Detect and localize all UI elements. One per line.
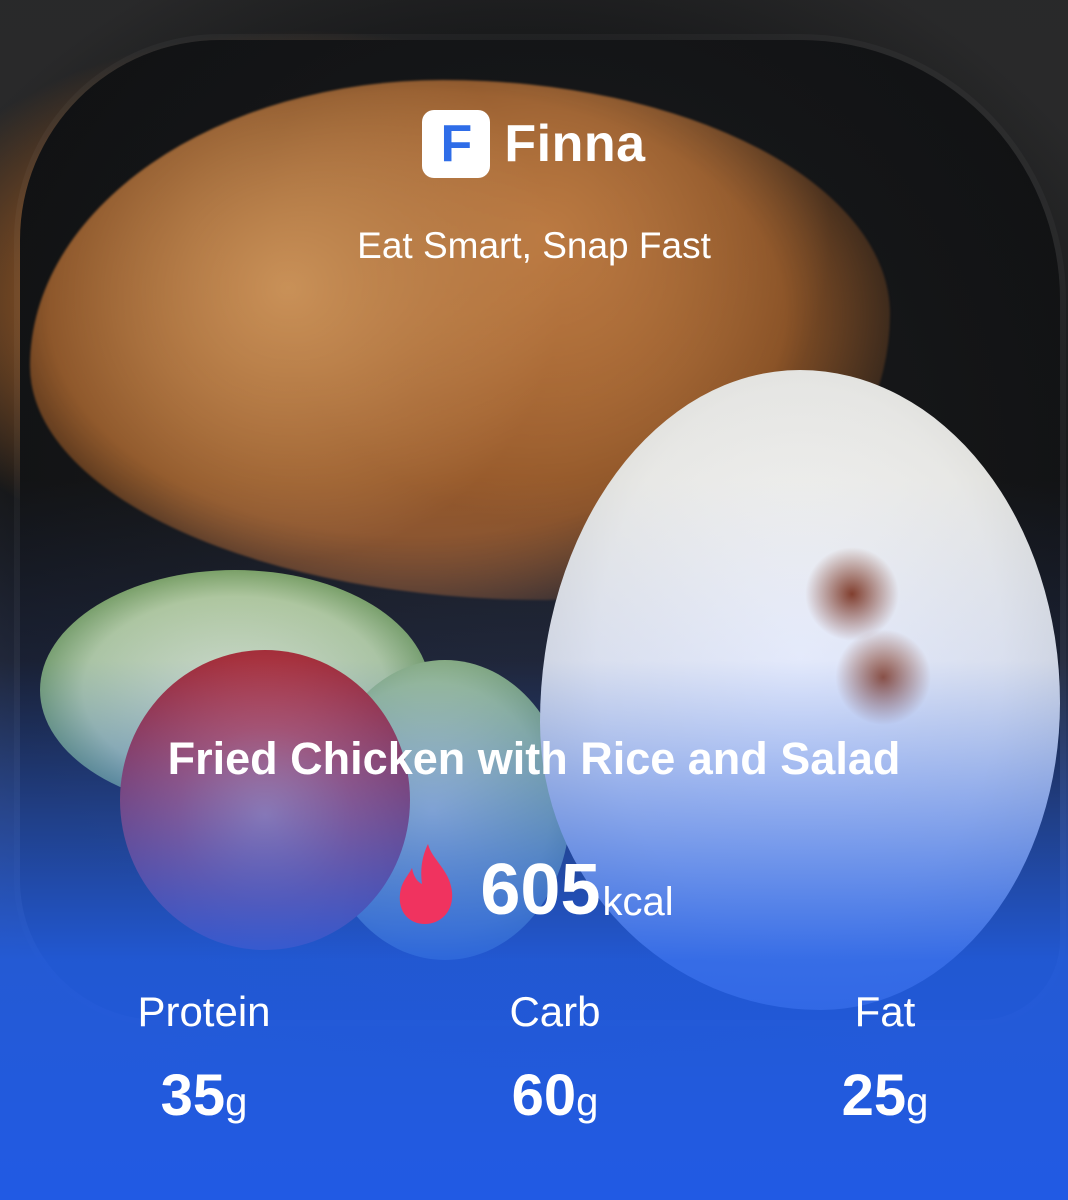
meal-card: F Finna Eat Smart, Snap Fast Fried Chick… — [0, 0, 1068, 1200]
macro-carb: Carb 60 g — [425, 988, 685, 1129]
logo-letter: F — [440, 115, 473, 173]
brand-name: Finna — [504, 115, 646, 173]
macro-value: 25 g — [755, 1062, 1015, 1129]
macro-unit: g — [576, 1080, 599, 1124]
macro-label: Protein — [137, 988, 271, 1035]
macro-fat: Fat 25 g — [755, 988, 1015, 1129]
macro-number: 25 — [841, 1063, 907, 1128]
dish-name: Fried Chicken with Rice and Salad — [167, 733, 901, 784]
macro-number: 35 — [160, 1063, 226, 1128]
macro-unit: g — [906, 1080, 929, 1124]
calories-display: 605 kcal — [0, 842, 1068, 926]
macro-value: 35 g — [74, 1062, 334, 1129]
finna-logo-icon: F — [422, 110, 491, 178]
calories-unit: kcal — [602, 880, 674, 924]
macro-label: Carb — [509, 988, 601, 1035]
brand-tagline: Eat Smart, Snap Fast — [357, 225, 711, 266]
calories-value: 605 — [480, 850, 601, 930]
macro-value: 60 g — [425, 1062, 685, 1129]
brand-header: F Finna — [0, 110, 1068, 178]
macro-label: Fat — [854, 988, 916, 1035]
macro-number: 60 — [511, 1063, 577, 1128]
macro-unit: g — [225, 1080, 248, 1124]
flame-icon — [400, 844, 453, 924]
macro-protein: Protein 35 g — [74, 988, 334, 1129]
